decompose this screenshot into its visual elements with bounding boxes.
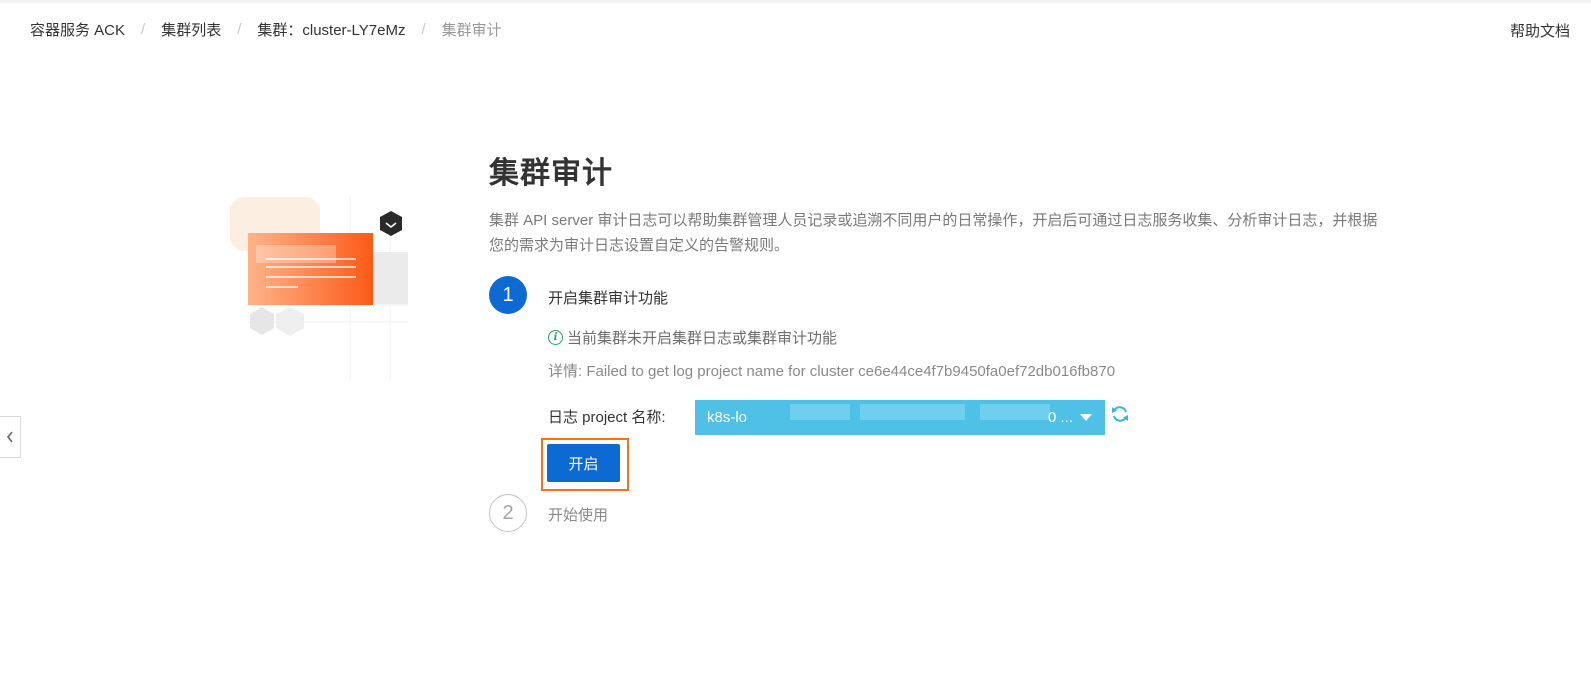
breadcrumb: 容器服务 ACK / 集群列表 / 集群：cluster-LY7eMz / 集群… <box>30 19 502 39</box>
redaction-mask <box>860 404 965 420</box>
project-name-value: k8s-lo <box>707 409 748 426</box>
info-icon: i <box>548 330 563 345</box>
notice-text: 当前集群未开启集群日志或集群审计功能 <box>567 330 838 347</box>
project-name-value-suffix: 0 ... <box>1047 409 1073 426</box>
step-1-label: 开启集群审计功能 <box>548 290 669 307</box>
step-2-label: 开始使用 <box>548 507 609 524</box>
sidebar-toggle-button[interactable] <box>0 416 21 458</box>
page-title: 集群审计 <box>489 157 613 190</box>
enable-audit-button[interactable]: 开启 <box>547 444 620 482</box>
help-docs-link[interactable]: 帮助文档 <box>1510 20 1570 41</box>
breadcrumb-separator: / <box>141 20 146 38</box>
error-detail: 详情: Failed to get log project name for c… <box>548 363 1116 380</box>
chevron-left-icon <box>6 431 13 443</box>
audit-status-notice: i 当前集群未开启集群日志或集群审计功能 <box>548 327 837 348</box>
step-1-indicator: 1 <box>489 276 527 314</box>
breadcrumb-separator: / <box>421 20 426 38</box>
breadcrumb-item-cluster-list[interactable]: 集群列表 <box>161 19 221 40</box>
step-2-indicator: 2 <box>489 494 527 532</box>
project-name-label: 日志 project 名称: <box>548 409 666 426</box>
redaction-mask <box>790 404 850 420</box>
caret-down-icon <box>1080 414 1092 421</box>
page-description: 集群 API server 审计日志可以帮助集群管理人员记录或追溯不同用户的日常… <box>489 212 1378 254</box>
breadcrumb-item-current: 集群审计 <box>441 21 502 39</box>
refresh-icon[interactable] <box>1110 404 1130 424</box>
redaction-mask <box>980 404 1050 420</box>
breadcrumb-item-cluster[interactable]: 集群：cluster-LY7eMz <box>257 19 405 40</box>
breadcrumb-separator: / <box>237 20 242 38</box>
top-divider <box>0 0 1591 3</box>
project-name-select[interactable]: k8s-lo 0 ... <box>695 400 1105 435</box>
audit-illustration <box>230 195 408 380</box>
breadcrumb-item-ack[interactable]: 容器服务 ACK <box>30 19 125 40</box>
